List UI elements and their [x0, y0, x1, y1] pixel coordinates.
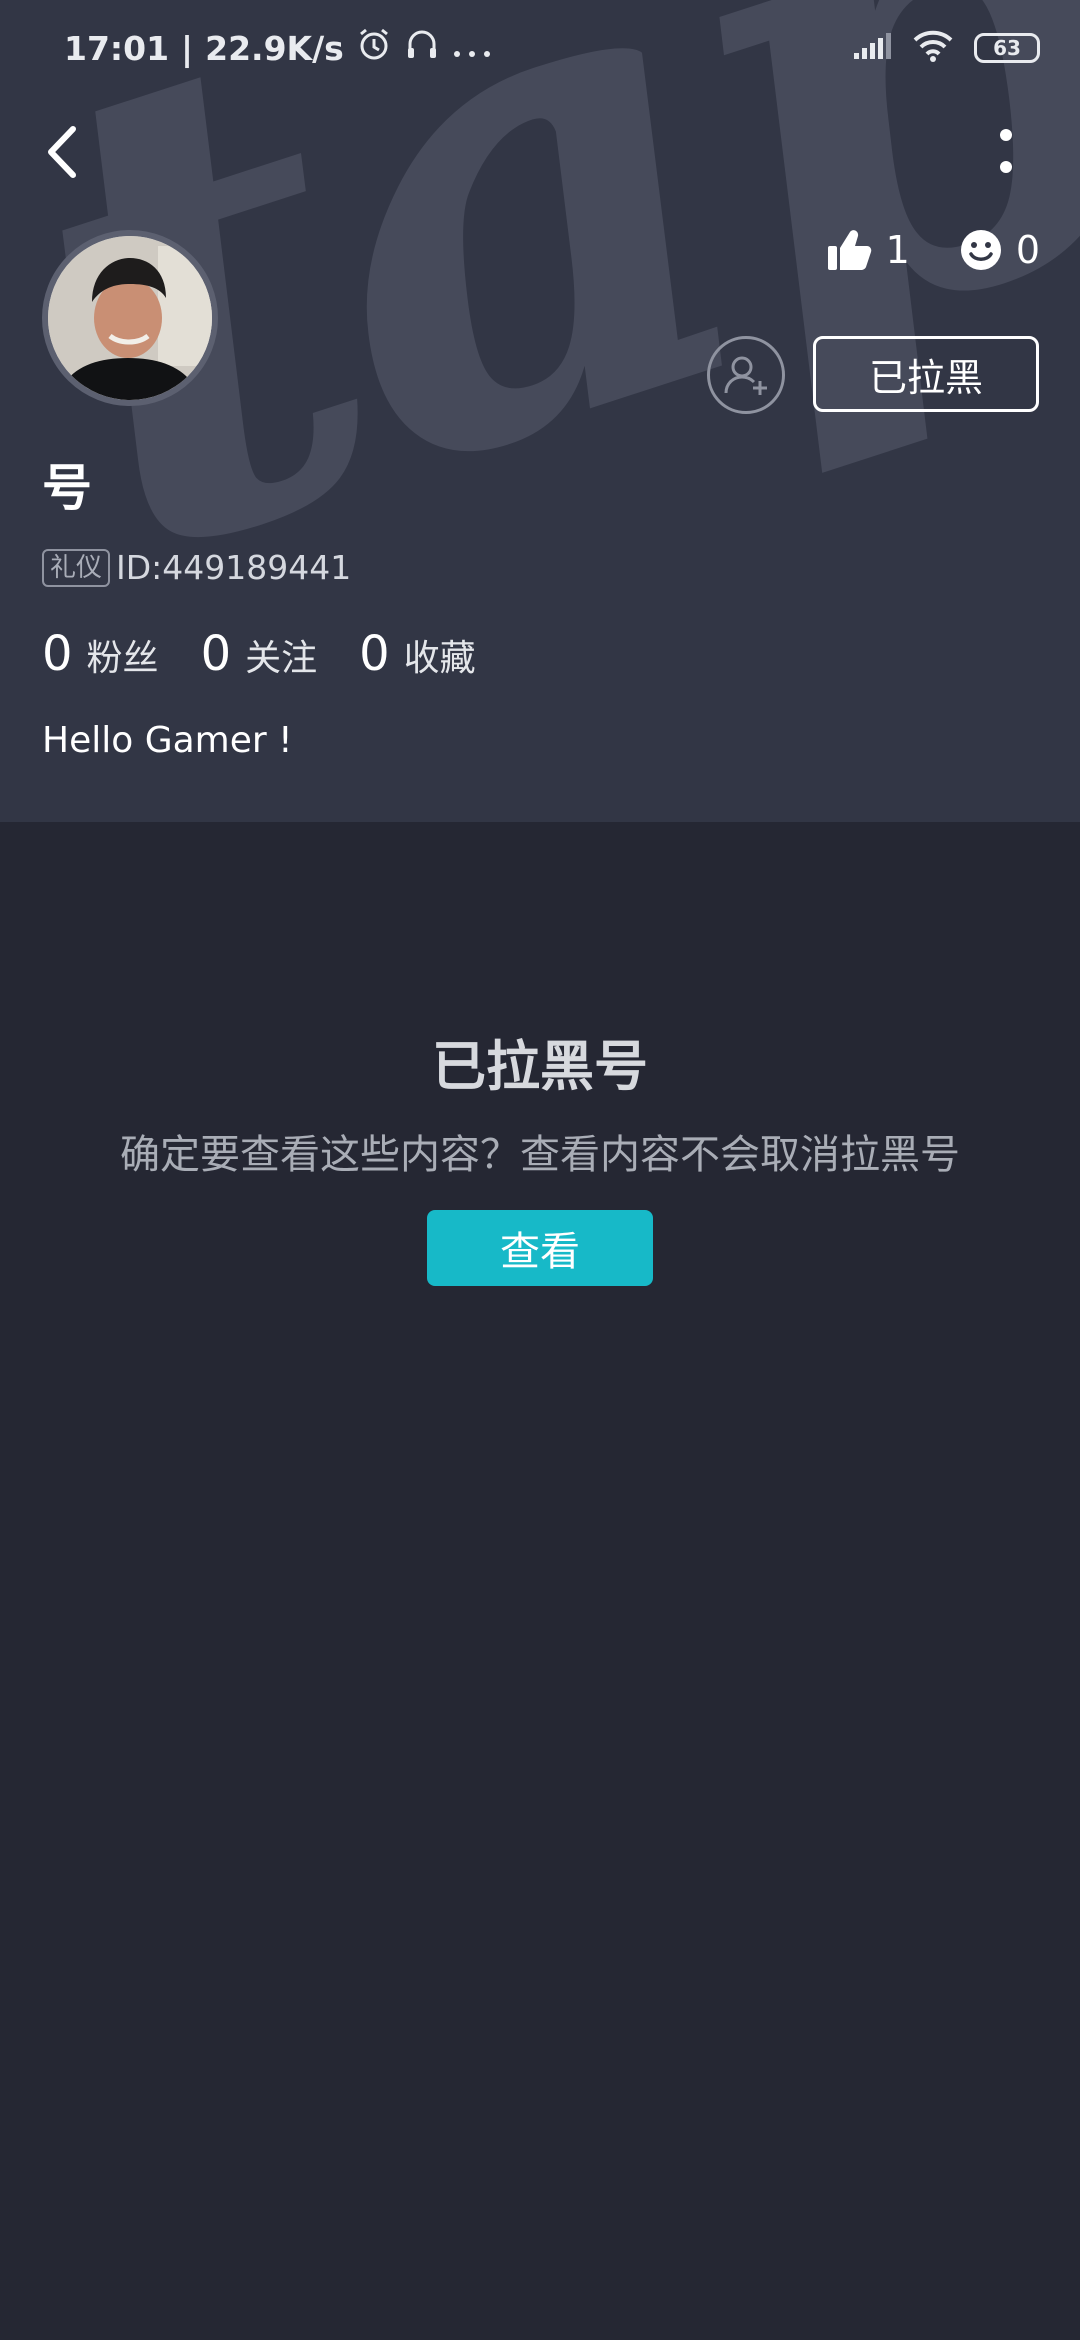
signal-icon — [852, 31, 892, 65]
fans-stat[interactable]: 0 粉丝 — [42, 626, 159, 682]
battery-level: 63 — [993, 36, 1021, 60]
add-user-icon — [724, 356, 767, 395]
status-time: 17:01 — [64, 28, 170, 68]
avatar[interactable] — [42, 230, 218, 406]
back-button[interactable] — [36, 122, 88, 182]
vertical-dots-icon — [1000, 129, 1012, 173]
smiles-stat[interactable]: 0 — [960, 228, 1040, 272]
battery-icon: 63 — [974, 33, 1040, 63]
headset-icon — [404, 26, 440, 70]
smiles-count: 0 — [1015, 228, 1040, 272]
wifi-icon — [912, 30, 954, 66]
profile-page: tapTap 17:01 | 22.9K/s — [0, 0, 1080, 2340]
add-friend-button[interactable] — [707, 336, 785, 414]
reaction-stats: 1 0 — [826, 228, 1040, 272]
profile-header: tapTap 17:01 | 22.9K/s — [0, 0, 1080, 822]
alarm-icon — [356, 26, 392, 70]
status-right: 63 — [852, 30, 1040, 66]
chevron-left-icon — [48, 126, 76, 178]
avatar-photo — [48, 236, 212, 400]
fans-label: 粉丝 — [86, 638, 159, 679]
favorites-count: 0 — [359, 626, 390, 682]
smile-icon — [960, 230, 1001, 270]
following-count: 0 — [200, 626, 232, 682]
status-bar: 17:01 | 22.9K/s 63 — [0, 0, 1080, 96]
bio-text: Hello Gamer ! — [42, 720, 293, 761]
profile-counts: 0 粉丝 0 关注 0 收藏 — [42, 626, 476, 682]
status-network-speed: 22.9K/s — [205, 28, 344, 68]
thumbs-up-icon — [827, 230, 871, 270]
status-divider: | — [181, 28, 194, 68]
following-label: 关注 — [245, 638, 318, 679]
view-content-button[interactable]: 查看 — [427, 1210, 653, 1286]
etiquette-tag: 礼仪 — [42, 548, 111, 587]
blocked-description: 确定要查看这些内容？查看内容不会取消拉黑号 — [120, 1132, 960, 1178]
likes-count: 1 — [885, 228, 910, 272]
blocked-title: 已拉黑号 — [432, 1035, 648, 1098]
following-stat[interactable]: 0 关注 — [201, 626, 318, 682]
favorites-stat[interactable]: 0 收藏 — [359, 626, 476, 682]
status-left: 17:01 | 22.9K/s — [64, 26, 492, 70]
blocked-button[interactable]: 已拉黑 — [813, 336, 1039, 412]
id-row: 礼仪 ID:449189441 — [42, 548, 351, 587]
more-dots-icon — [452, 29, 492, 68]
username: 号 — [42, 459, 92, 517]
favorites-label: 收藏 — [403, 638, 476, 679]
more-options-button[interactable] — [986, 118, 1026, 184]
fans-count: 0 — [42, 626, 73, 682]
user-id: ID:449189441 — [116, 548, 352, 587]
likes-stat[interactable]: 1 — [826, 228, 910, 272]
